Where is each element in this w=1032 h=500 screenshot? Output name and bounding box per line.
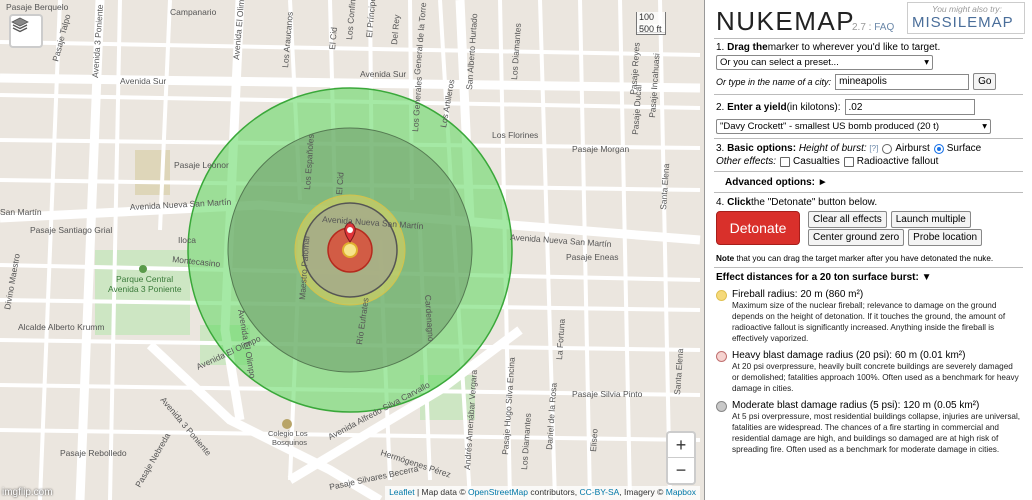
map-canvas[interactable]: Pasaje Berquelo Campanario Pasaje Talpo … [0, 0, 704, 500]
map-attribution: Leaflet | Map data © OpenStreetMap contr… [385, 486, 700, 500]
fallout-checkbox[interactable] [843, 156, 854, 167]
city-input[interactable]: mineapolis [835, 73, 970, 90]
map-label: Avenida 3 Poniente [108, 284, 182, 294]
map-label: Pasaje Rebolledo [60, 448, 127, 458]
preset-select[interactable]: Or you can select a preset... ▾ [716, 55, 933, 70]
missilemap-link[interactable]: MISSILEMAP [912, 14, 1014, 31]
layers-icon [11, 17, 29, 33]
watermark: imgflip.com [2, 487, 53, 498]
chevron-down-icon: ▾ [924, 57, 929, 68]
yield-preset-select[interactable]: "Davy Crockett" - smallest US bomb produ… [716, 119, 991, 134]
osm-link[interactable]: OpenStreetMap [468, 487, 528, 497]
map-label: Pasaje Morgan [572, 144, 629, 154]
yield-input[interactable]: .02 [844, 99, 975, 115]
map-label: Pasaje Eneas [566, 252, 618, 262]
map-label: Pasaje Silvia Pinto [572, 389, 643, 399]
moderate-blast-legend-dot [716, 401, 727, 412]
effect-moderate-blast: Moderate blast damage radius (5 psi): 12… [716, 400, 1021, 455]
clear-effects-button[interactable]: Clear all effects [808, 211, 887, 228]
effect-fireball: Fireball radius: 20 m (860 m²) Maximum s… [716, 289, 1021, 344]
map-label: El Cid [334, 172, 346, 196]
map-label: Colegio Los [268, 429, 308, 438]
other-effects-label: Other effects: [716, 156, 777, 167]
map-label: Los Florines [492, 130, 538, 140]
effect-heavy-blast: Heavy blast damage radius (20 psi): 60 m… [716, 350, 1021, 394]
map-label: Iloca [178, 235, 196, 245]
nukemap-logo: NUKEMAP [716, 6, 856, 36]
map-label: Eliseo [588, 428, 600, 452]
map-label: San Martín [0, 207, 42, 217]
chevron-down-icon: ▾ [982, 121, 987, 132]
scale-bar-imperial: 500 ft [636, 24, 666, 35]
layers-button[interactable] [9, 14, 43, 48]
surface-radio[interactable] [933, 143, 944, 154]
faq-link[interactable]: FAQ [874, 22, 894, 33]
map-view[interactable]: Pasaje Berquelo Campanario Pasaje Talpo … [0, 0, 704, 500]
school-icon [282, 419, 292, 429]
map-label: Alcalde Alberto Krumm [18, 322, 104, 332]
mapbox-link[interactable]: Mapbox [666, 487, 696, 497]
control-panel: NUKEMAP 2.7 : FAQ You might also try: MI… [704, 0, 1032, 500]
help-link[interactable]: [?] [869, 144, 878, 153]
map-label: Avenida Sur [120, 76, 166, 86]
go-button[interactable]: Go [973, 73, 997, 90]
also-try-text: You might also try: [932, 4, 1002, 14]
note-text: Note that you can drag the target marker… [716, 254, 994, 263]
casualties-checkbox[interactable] [780, 156, 791, 167]
ccbysa-link[interactable]: CC-BY-SA [579, 487, 619, 497]
zoom-control: + − [666, 431, 696, 485]
map-label: Pasaje Santiago Grial [30, 225, 112, 235]
city-label: Or type in the name of a city: [716, 76, 832, 87]
advanced-options-toggle[interactable]: Advanced options: ► [725, 177, 828, 188]
leaflet-link[interactable]: Leaflet [389, 487, 415, 497]
map-label: Pasaje Berquelo [6, 2, 69, 12]
map-label: Campanario [170, 7, 217, 17]
park-tree-icon [139, 265, 147, 273]
fireball-legend-dot [716, 290, 727, 301]
panel-header: NUKEMAP 2.7 : FAQ You might also try: MI… [705, 0, 1032, 38]
probe-location-button[interactable]: Probe location [908, 229, 983, 246]
map-label: Avenida Sur [360, 69, 406, 79]
map-label: Bosquinos [272, 438, 307, 447]
detonate-button[interactable]: Detonate [716, 211, 800, 245]
effects-header[interactable]: Effect distances for a 20 ton surface bu… [716, 272, 932, 283]
map-label: El Cid [327, 26, 339, 50]
airburst-radio[interactable] [882, 143, 893, 154]
heavy-blast-legend-dot [716, 351, 727, 362]
version-info: 2.7 : FAQ [852, 22, 895, 33]
step1-text: 1. Drag the marker to wherever you'd lik… [716, 42, 941, 53]
map-label: Pasaje Leonor [174, 160, 229, 170]
center-ground-zero-button[interactable]: Center ground zero [808, 229, 905, 246]
launch-multiple-button[interactable]: Launch multiple [890, 211, 971, 228]
zoom-out-button[interactable]: − [668, 458, 694, 483]
map-label: Parque Central [116, 274, 173, 284]
zoom-in-button[interactable]: + [668, 433, 694, 458]
